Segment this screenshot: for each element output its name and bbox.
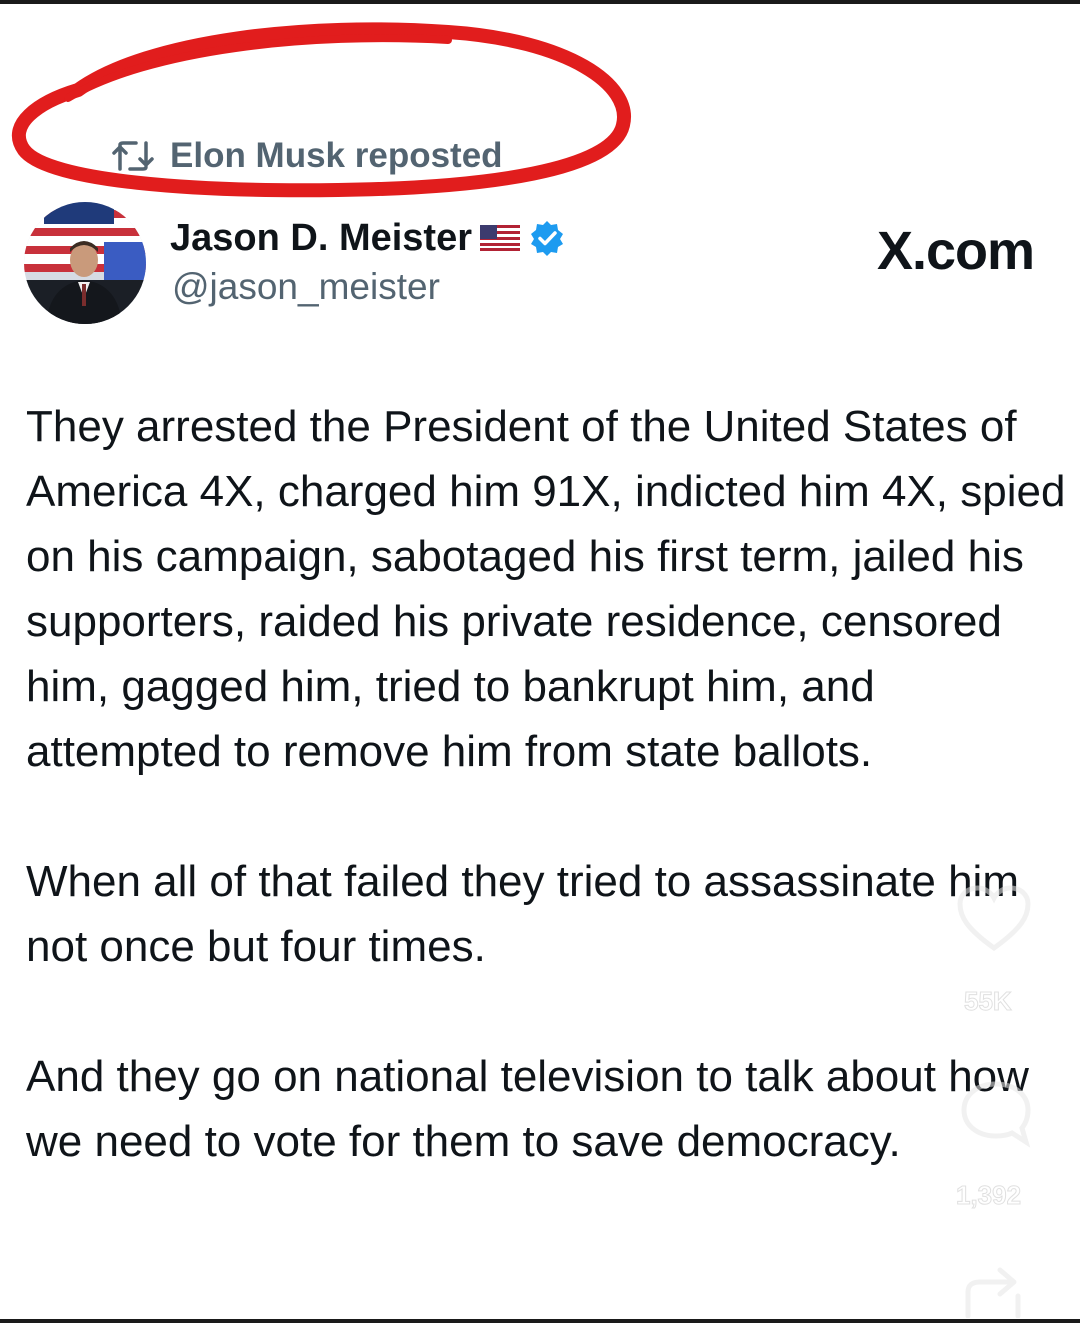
post-paragraph: They arrested the President of the Unite… bbox=[26, 402, 1066, 776]
post-paragraph: And they go on national television to ta… bbox=[26, 1052, 1029, 1166]
repost-icon bbox=[112, 141, 154, 171]
bottom-border bbox=[0, 1319, 1080, 1323]
heart-icon[interactable] bbox=[956, 884, 1032, 954]
comment-count: 1,392 bbox=[955, 1180, 1022, 1211]
top-border bbox=[0, 0, 1080, 4]
avatar-image bbox=[24, 202, 146, 324]
author-handle[interactable]: @jason_meister bbox=[172, 266, 440, 308]
verified-badge-icon bbox=[531, 221, 563, 256]
share-icon[interactable] bbox=[958, 1262, 1034, 1318]
avatar[interactable] bbox=[24, 202, 146, 324]
author-display-name[interactable]: Jason D. Meister bbox=[170, 217, 472, 260]
post-text: They arrested the President of the Unite… bbox=[26, 394, 1066, 1174]
comment-icon[interactable] bbox=[958, 1078, 1034, 1148]
us-flag-icon bbox=[480, 225, 520, 251]
repost-indicator[interactable]: Elon Musk reposted bbox=[110, 132, 503, 180]
author-name-row[interactable]: Jason D. Meister bbox=[170, 212, 566, 264]
repost-text: Elon Musk reposted bbox=[170, 136, 503, 175]
site-label: X.com bbox=[876, 221, 1035, 281]
post-paragraph: When all of that failed they tried to as… bbox=[26, 857, 1019, 971]
like-count: 55K bbox=[964, 986, 1013, 1017]
